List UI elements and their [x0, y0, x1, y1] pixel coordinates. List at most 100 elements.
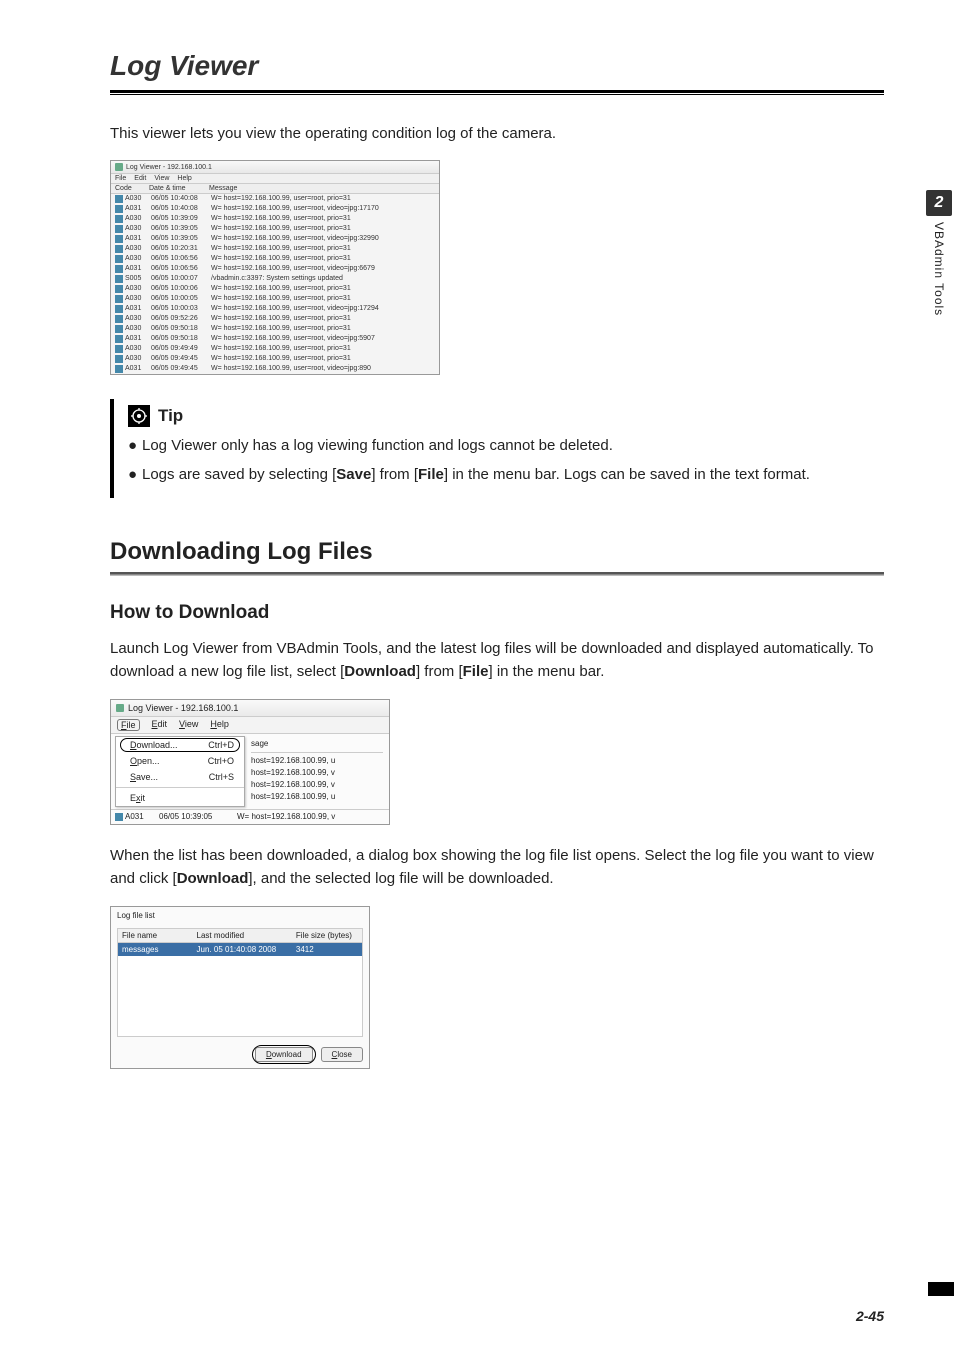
cell-message: W= host=192.168.100.99, user=root, prio=…: [211, 344, 435, 354]
cell-message: W= host=192.168.100.99, user=root, prio=…: [211, 214, 435, 224]
table-row: A03006/05 10:06:56W= host=192.168.100.99…: [111, 254, 439, 264]
menu-item-save[interactable]: Save...Ctrl+S: [116, 769, 244, 785]
col-message: Message: [209, 185, 435, 192]
chapter-number: 2: [926, 190, 952, 216]
window-title: Log Viewer - 192.168.100.1: [126, 164, 212, 171]
paragraph: When the list has been downloaded, a dia…: [110, 845, 884, 890]
info-icon: [115, 813, 123, 821]
info-icon: [115, 235, 123, 243]
app-icon: [116, 704, 124, 712]
tip-title: Tip: [158, 406, 183, 426]
table-row: A03006/05 10:39:09W= host=192.168.100.99…: [111, 214, 439, 224]
log-line: host=192.168.100.99, u: [251, 791, 383, 803]
info-icon: [115, 315, 123, 323]
cell-date: 06/05 09:49:45: [151, 354, 211, 364]
cell-code: A030: [125, 344, 151, 354]
menu-edit[interactable]: Edit: [152, 719, 168, 731]
cell-date: 06/05 09:49:45: [151, 364, 211, 374]
menu-file[interactable]: File: [117, 719, 140, 731]
info-icon: [115, 275, 123, 283]
file-menu-dropdown: Download...Ctrl+D Open...Ctrl+O Save...C…: [115, 736, 245, 807]
menu-help[interactable]: Help: [210, 719, 229, 731]
cell-file-size: 3412: [296, 945, 358, 954]
menu-item-open[interactable]: Open...Ctrl+O: [116, 753, 244, 769]
cell-message: W= host=192.168.100.99, user=root, prio=…: [211, 294, 435, 304]
cell-filename: messages: [122, 945, 197, 954]
cell-code: A031: [125, 304, 151, 314]
cell-code: A030: [125, 314, 151, 324]
cell-code: A030: [125, 294, 151, 304]
file-list-table: File name Last modified File size (bytes…: [117, 928, 363, 1037]
chapter-tab: 2 VBAdmin Tools: [924, 190, 954, 316]
info-icon: [115, 265, 123, 273]
table-row: A03006/05 09:49:45W= host=192.168.100.99…: [111, 354, 439, 364]
info-icon: [115, 325, 123, 333]
cell-date: 06/05 09:52:26: [151, 314, 211, 324]
menu-view[interactable]: View: [179, 719, 198, 731]
tip-box: Tip ●Log Viewer only has a log viewing f…: [110, 399, 884, 498]
table-empty-area: [118, 956, 362, 1036]
cell-code: A030: [125, 244, 151, 254]
menu-view[interactable]: View: [154, 175, 169, 182]
intro-text: This viewer lets you view the operating …: [110, 125, 884, 142]
menu-item-download[interactable]: Download...Ctrl+D: [116, 737, 244, 753]
chapter-label: VBAdmin Tools: [932, 222, 946, 316]
cell-date: 06/05 09:50:18: [151, 324, 211, 334]
page-title: Log Viewer: [110, 50, 884, 82]
cell-message: W= host=192.168.100.99, user=root, video…: [211, 334, 435, 344]
menu-item-exit[interactable]: Exit: [116, 790, 244, 806]
col-last-modified: Last modified: [197, 931, 296, 940]
menu-help[interactable]: Help: [177, 175, 191, 182]
window-title-bar: Log Viewer - 192.168.100.1: [111, 700, 389, 717]
cell-date: 06/05 09:49:49: [151, 344, 211, 354]
cell-date: 06/05 10:40:08: [151, 194, 211, 204]
table-row: A03006/05 09:50:18W= host=192.168.100.99…: [111, 324, 439, 334]
cell-message: W= host=192.168.100.99, user=root, prio=…: [211, 194, 435, 204]
download-button[interactable]: Download: [255, 1047, 313, 1062]
table-row: A03006/05 10:00:06W= host=192.168.100.99…: [111, 284, 439, 294]
cell-code: A030: [125, 224, 151, 234]
tip-item: ●Logs are saved by selecting [Save] from…: [128, 464, 884, 487]
cell-message: W= host=192.168.100.99, user=root, prio=…: [211, 244, 435, 254]
table-body: A03006/05 10:40:08W= host=192.168.100.99…: [111, 194, 439, 374]
cell-date: 06/05 10:40:08: [151, 204, 211, 214]
table-row-selected[interactable]: messages Jun. 05 01:40:08 2008 3412: [118, 943, 362, 956]
cell-code: A031: [125, 812, 159, 822]
cell-date: 06/05 10:39:05: [159, 812, 237, 822]
cell-message: W= host=192.168.100.99, user=root, video…: [211, 204, 435, 214]
table-row: A03006/05 10:20:31W= host=192.168.100.99…: [111, 244, 439, 254]
cell-message: W= host=192.168.100.99, user=root, prio=…: [211, 284, 435, 294]
cell-last-modified: Jun. 05 01:40:08 2008: [197, 945, 296, 954]
tip-item: ●Log Viewer only has a log viewing funct…: [128, 435, 884, 458]
shortcut: Ctrl+O: [208, 756, 234, 766]
cell-code: A030: [125, 254, 151, 264]
cell-date: 06/05 10:00:05: [151, 294, 211, 304]
partial-log-list: sage host=192.168.100.99, u host=192.168…: [245, 734, 389, 809]
page-edge-mark: [928, 1282, 954, 1296]
table-row: A03006/05 10:00:05W= host=192.168.100.99…: [111, 294, 439, 304]
info-icon: [115, 195, 123, 203]
col-date: Date & time: [149, 185, 209, 192]
app-icon: [115, 163, 123, 171]
table-row: A03006/05 10:40:08W= host=192.168.100.99…: [111, 194, 439, 204]
cell-date: 06/05 10:06:56: [151, 254, 211, 264]
info-icon: [115, 225, 123, 233]
figure-log-viewer-window: Log Viewer - 192.168.100.1 File Edit Vie…: [110, 160, 884, 375]
cell-code: S005: [125, 274, 151, 284]
cell-date: 06/05 09:50:18: [151, 334, 211, 344]
cell-code: A030: [125, 214, 151, 224]
cell-date: 06/05 10:39:09: [151, 214, 211, 224]
info-icon: [115, 285, 123, 293]
section-heading: Downloading Log Files: [110, 538, 884, 566]
menu-file[interactable]: File: [115, 175, 126, 182]
shortcut: Ctrl+D: [208, 740, 234, 750]
table-row: A03106/05 09:50:18W= host=192.168.100.99…: [111, 334, 439, 344]
info-icon: [115, 215, 123, 223]
table-row: A03006/05 10:39:05W= host=192.168.100.99…: [111, 224, 439, 234]
menu-edit[interactable]: Edit: [134, 175, 146, 182]
cell-message: W= host=192.168.100.99, user=root, video…: [211, 364, 435, 374]
col-file-size: File size (bytes): [296, 931, 358, 940]
close-button[interactable]: Close: [321, 1047, 363, 1062]
cell-date: 06/05 10:00:07: [151, 274, 211, 284]
cell-message: W= host=192.168.100.99, user=root, video…: [211, 234, 435, 244]
